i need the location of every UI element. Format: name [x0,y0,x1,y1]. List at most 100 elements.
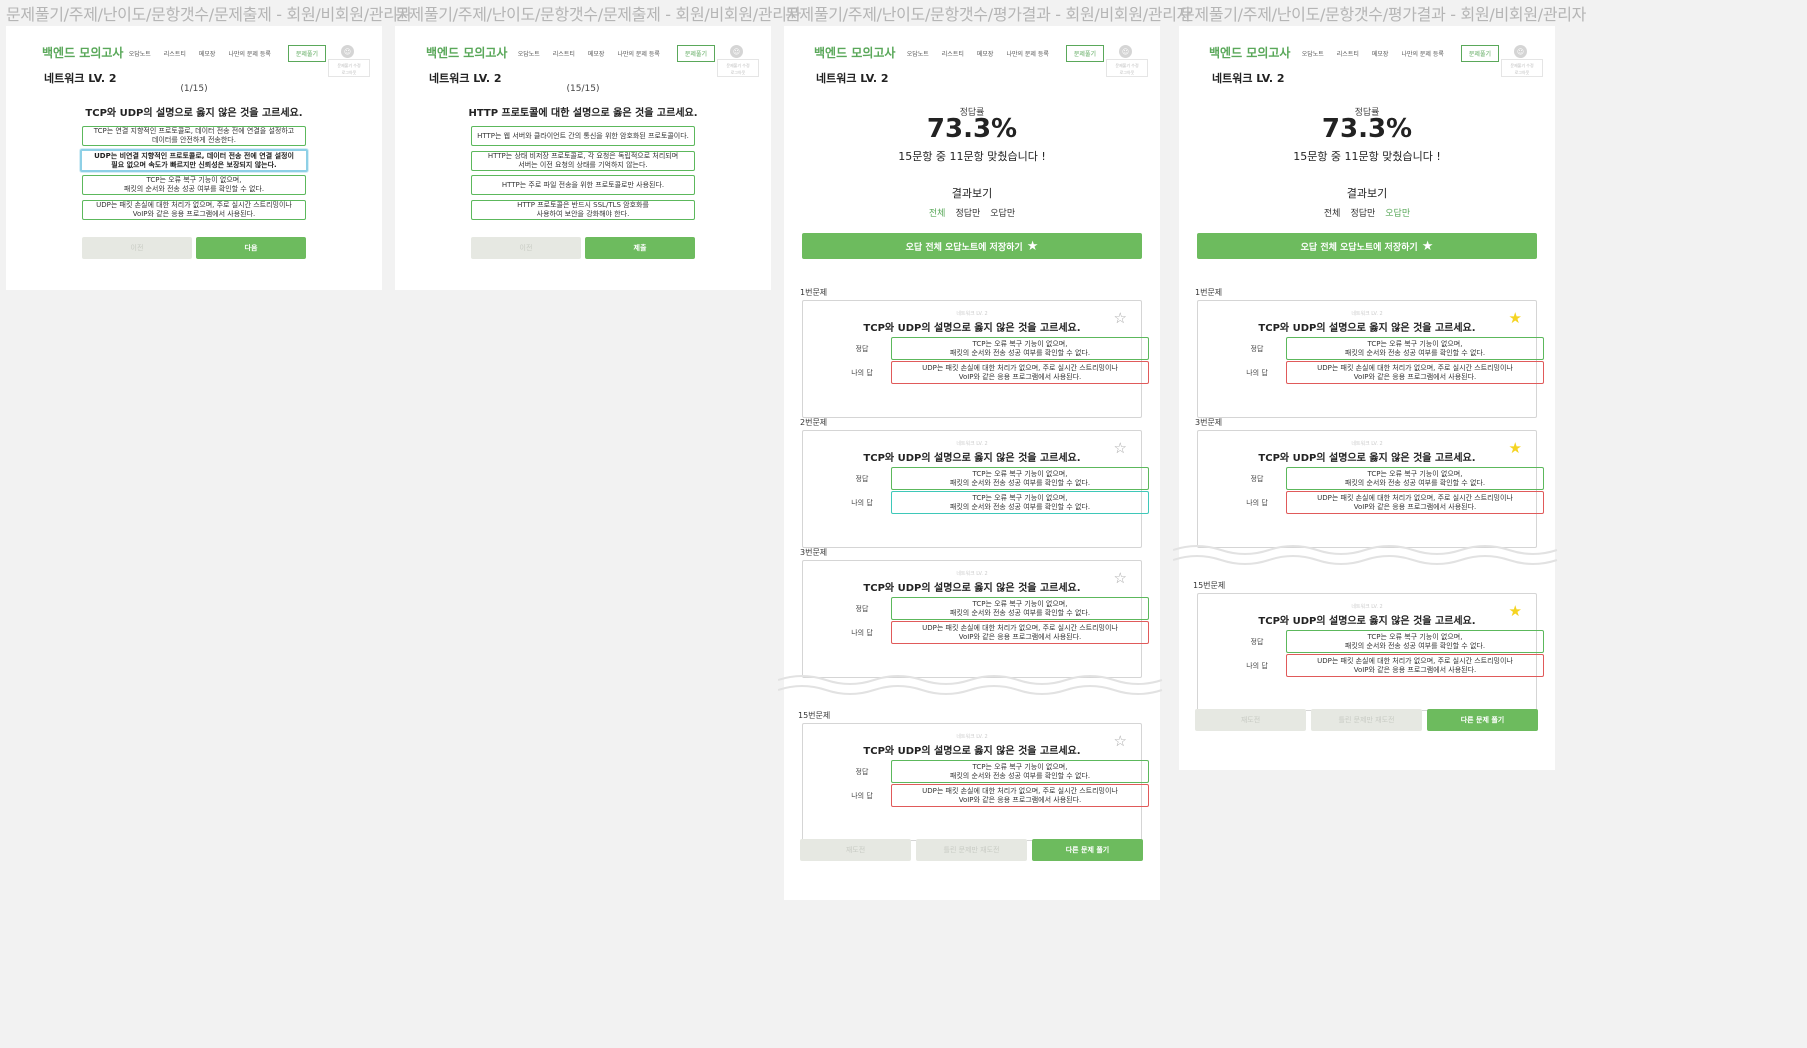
submit-button[interactable]: 제출 [585,237,695,259]
question-counter: (1/15) [180,84,208,94]
result-summary: 15문항 중 11문항 맞췄습니다 ! [898,150,1046,163]
retry-button[interactable]: 재도전 [1195,709,1306,731]
filter-correct[interactable]: 정답만 [955,206,980,219]
correct-label: 정답 [855,475,869,483]
question-label: 2번문제 [800,418,828,427]
nav-list[interactable]: 리스트티 [1337,49,1359,58]
my-answer: TCP는 오류 복구 기능이 없으며, 패킷의 순서와 전송 성공 여부를 확인… [891,491,1149,514]
nav-memo[interactable]: 메모장 [588,49,605,58]
option-1[interactable]: HTTP는 웹 서버와 클라이언트 간의 통신을 위한 암호화된 프로토콜이다. [471,126,695,146]
nav-list[interactable]: 리스트티 [164,49,186,58]
nav-solve-button[interactable]: 문제풀기 [1065,45,1104,62]
retry-button[interactable]: 재도전 [800,839,911,861]
nav-memo[interactable]: 메모장 [1372,49,1389,58]
option-2-selected[interactable]: UDP는 비연결 지향적인 프로토콜로, 데이터 전송 전에 연결 설정이 필요… [80,149,308,172]
save-all-wrong-button[interactable]: 오답 전체 오답노트에 저장하기 ★ [802,233,1142,259]
option-1[interactable]: TCP는 연결 지향적인 프로토콜로, 데이터 전송 전에 연결을 설정하고 데… [82,126,306,146]
nav-wrong-note[interactable]: 오답노트 [518,49,540,58]
avatar-icon[interactable]: ☺ [1119,45,1132,58]
star-filled-icon[interactable]: ★ [1509,604,1522,619]
result-frame-all: 백엔드 모의고사 오답노트 리스트티 메모장 나만의 문제 등록 문제풀기 ☺ … [778,26,1163,900]
option-3[interactable]: TCP는 오류 복구 기능이 없으며, 패킷의 순서와 전송 성공 여부를 확인… [82,175,306,195]
header: 백엔드 모의고사 오답노트 리스트티 메모장 나만의 문제 등록 문제풀기 ☺ … [395,26,771,77]
app-logo[interactable]: 백엔드 모의고사 [1209,44,1290,61]
question-label: 15번문제 [798,711,831,720]
correct-answer: TCP는 오류 복구 기능이 없으며, 패킷의 순서와 전송 성공 여부를 확인… [1286,630,1544,653]
card-question: TCP와 UDP의 설명으로 옳지 않은 것을 고르세요. [863,453,1081,464]
my-answer: UDP는 패킷 손실에 대한 처리가 없으며, 주로 실시간 스트리밍이나 Vo… [891,621,1149,644]
retry-wrong-button[interactable]: 틀린 문제만 재도전 [1311,709,1422,731]
nav-register[interactable]: 나만의 문제 등록 [1006,49,1048,58]
result-card: 네트워크 LV. 2 TCP와 UDP의 설명으로 옳지 않은 것을 고르세요.… [802,560,1149,678]
my-answer: UDP는 패킷 손실에 대한 처리가 없으며, 주로 실시간 스트리밍이나 Vo… [1286,361,1544,384]
result-card: 네트워크 LV. 2 TCP와 UDP의 설명으로 옳지 않은 것을 고르세요.… [1197,593,1544,711]
my-answer-label: 나의 답 [851,629,873,637]
profile-tooltip: 문제풀기 수정 로그아웃 [328,59,370,77]
filter-all[interactable]: 전체 [929,206,946,219]
correct-answer: TCP는 오류 복구 기능이 없으며, 패킷의 순서와 전송 성공 여부를 확인… [1286,337,1544,360]
filter-wrong[interactable]: 오답만 [1385,206,1410,219]
filter-all[interactable]: 전체 [1324,206,1341,219]
star-icon[interactable]: ☆ [1114,441,1127,456]
my-answer: UDP는 패킷 손실에 대한 처리가 없으며, 주로 실시간 스트리밍이나 Vo… [891,784,1149,807]
next-button[interactable]: 다음 [196,237,306,259]
avatar-icon[interactable]: ☺ [341,45,354,58]
header: 백엔드 모의고사 오답노트 리스트티 메모장 나만의 문제 등록 문제풀기 ☺ … [6,26,382,77]
header: 백엔드 모의고사 오답노트 리스트티 메모장 나만의 문제 등록 문제풀기 ☺ … [1179,26,1555,77]
nav-wrong-note[interactable]: 오답노트 [907,49,929,58]
app-logo[interactable]: 백엔드 모의고사 [814,44,895,61]
nav-wrong-note[interactable]: 오답노트 [1302,49,1324,58]
star-icon[interactable]: ☆ [1114,571,1127,586]
question-label: 1번문제 [800,288,828,297]
star-icon: ★ [1026,238,1039,254]
option-4[interactable]: HTTP 프로토콜은 반드시 SSL/TLS 암호화를 사용하여 보안을 강화해… [471,200,695,220]
header: 백엔드 모의고사 오답노트 리스트티 메모장 나만의 문제 등록 문제풀기 ☺ … [784,26,1160,77]
top-nav: 오답노트 리스트티 메모장 나만의 문제 등록 문제풀기 [518,45,715,62]
star-filled-icon[interactable]: ★ [1509,311,1522,326]
nav-memo[interactable]: 메모장 [977,49,994,58]
option-2[interactable]: HTTP는 상태 비저장 프로토콜로, 각 요청은 독립적으로 처리되며 서버는… [471,151,695,171]
avatar-icon[interactable]: ☺ [1514,45,1527,58]
my-answer: UDP는 패킷 손실에 대한 처리가 없으며, 주로 실시간 스트리밍이나 Vo… [1286,654,1544,677]
my-answer-label: 나의 답 [851,499,873,507]
card-question: TCP와 UDP의 설명으로 옳지 않은 것을 고르세요. [1258,323,1476,334]
nav-register[interactable]: 나만의 문제 등록 [617,49,659,58]
nav-list[interactable]: 리스트티 [942,49,964,58]
nav-solve-button[interactable]: 문제풀기 [1460,45,1499,62]
card-question: TCP와 UDP의 설명으로 옳지 않은 것을 고르세요. [863,583,1081,594]
card-set-label: 네트워크 LV. 2 [1351,441,1383,447]
option-3[interactable]: HTTP는 주로 파일 전송을 위한 프로토콜로만 사용된다. [471,175,695,195]
nav-register[interactable]: 나만의 문제 등록 [228,49,270,58]
save-all-wrong-button[interactable]: 오답 전체 오답노트에 저장하기 ★ [1197,233,1537,259]
my-answer-label: 나의 답 [1246,662,1268,670]
card-set-label: 네트워크 LV. 2 [956,571,988,577]
top-nav: 오답노트 리스트티 메모장 나만의 문제 등록 문제풀기 [129,45,326,62]
star-icon: ★ [1421,238,1434,254]
quiz-frame-2: 백엔드 모의고사 오답노트 리스트티 메모장 나만의 문제 등록 문제풀기 ☺ … [395,26,771,290]
nav-solve-button[interactable]: 문제풀기 [287,45,326,62]
nav-memo[interactable]: 메모장 [199,49,216,58]
other-quiz-button[interactable]: 다른 문제 풀기 [1032,839,1143,861]
option-4[interactable]: UDP는 패킷 손실에 대한 처리가 없으며, 주로 실시간 스트리밍이나 Vo… [82,200,306,220]
avatar-icon[interactable]: ☺ [730,45,743,58]
star-icon[interactable]: ☆ [1114,311,1127,326]
filter-correct[interactable]: 정답만 [1350,206,1375,219]
filter-wrong[interactable]: 오답만 [990,206,1015,219]
star-filled-icon[interactable]: ★ [1509,441,1522,456]
nav-wrong-note[interactable]: 오답노트 [129,49,151,58]
app-logo[interactable]: 백엔드 모의고사 [426,44,507,61]
result-frame-wrong: 백엔드 모의고사 오답노트 리스트티 메모장 나만의 문제 등록 문제풀기 ☺ … [1173,26,1558,770]
nav-register[interactable]: 나만의 문제 등록 [1401,49,1443,58]
other-quiz-button[interactable]: 다른 문제 풀기 [1427,709,1538,731]
retry-wrong-button[interactable]: 틀린 문제만 재도전 [916,839,1027,861]
nav-solve-button[interactable]: 문제풀기 [676,45,715,62]
save-all-label: 오답 전체 오답노트에 저장하기 [905,242,1023,253]
app-logo[interactable]: 백엔드 모의고사 [42,44,123,61]
nav-list[interactable]: 리스트티 [553,49,575,58]
prev-button[interactable]: 이전 [471,237,581,259]
star-icon[interactable]: ☆ [1114,734,1127,749]
quiz-frame-1: 백엔드 모의고사 오답노트 리스트티 메모장 나만의 문제 등록 문제풀기 ☺ … [6,26,382,290]
result-filter: 전체 정답만 오답만 [1179,206,1555,219]
question-label: 3번문제 [1195,418,1223,427]
prev-button[interactable]: 이전 [82,237,192,259]
